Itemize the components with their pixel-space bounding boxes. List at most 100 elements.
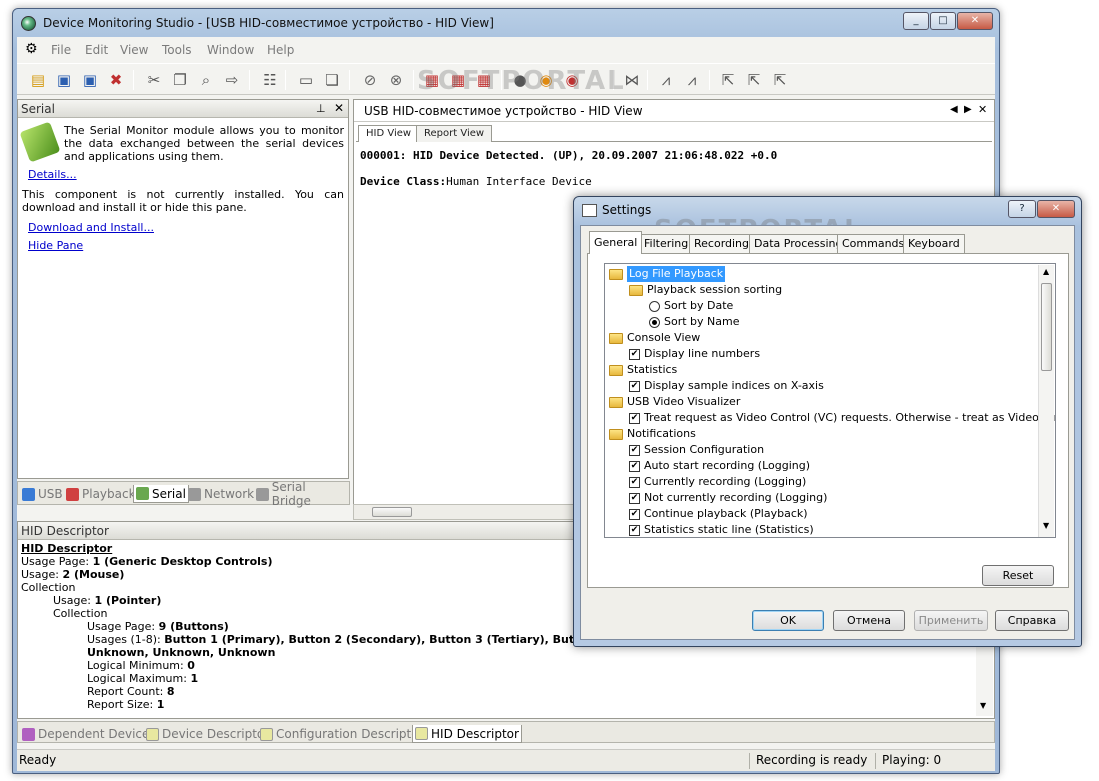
find-icon[interactable]: ⌕ xyxy=(195,69,217,91)
doc-icon[interactable]: ▭ xyxy=(295,69,317,91)
tree-item[interactable]: ✔ Not currently recording (Logging) xyxy=(629,490,827,506)
checkbox[interactable]: ✔ xyxy=(629,412,640,424)
tree-item[interactable]: Playback session sorting xyxy=(629,282,782,298)
tab-commands[interactable]: Commands xyxy=(837,234,910,253)
tab-network[interactable]: Network xyxy=(186,485,256,503)
tree-item[interactable]: ✔ Display line numbers xyxy=(629,346,760,362)
checkbox[interactable]: ✔ xyxy=(629,476,640,488)
doc-close-icon[interactable]: ✕ xyxy=(978,103,987,116)
cut-icon[interactable]: ✂ xyxy=(143,69,165,91)
title-bar[interactable]: Device Monitoring Studio - [USB HID-совм… xyxy=(13,9,999,37)
chart-icon[interactable]: ⩘ xyxy=(655,69,677,91)
scrollbar-thumb[interactable] xyxy=(372,507,412,517)
pin-icon[interactable]: ⊥ xyxy=(316,102,326,115)
tree-item[interactable]: Statistics xyxy=(609,362,677,378)
tree-horizontal-scrollbar[interactable]: ◀ ▶ xyxy=(606,537,1038,538)
settings-tree[interactable]: Log File Playback Playback session sortin… xyxy=(604,263,1056,538)
mdi-icon[interactable]: ⚙ xyxy=(25,41,38,57)
tree-item[interactable]: ✔ Continue playback (Playback) xyxy=(629,506,808,522)
menu-file[interactable]: File xyxy=(51,43,71,57)
send2-icon[interactable]: ⇱ xyxy=(743,69,765,91)
tree-item[interactable]: Notifications xyxy=(609,426,696,442)
menu-edit[interactable]: Edit xyxy=(85,43,108,57)
tree-item[interactable]: ✔ Currently recording (Logging) xyxy=(629,474,806,490)
tab-data-processing[interactable]: Data Processing xyxy=(749,234,848,253)
close-button[interactable]: ✕ xyxy=(957,12,993,30)
tree-item[interactable]: ✔ Display sample indices on X-axis xyxy=(629,378,824,394)
menu-help[interactable]: Help xyxy=(267,43,294,57)
maximize-button[interactable]: □ xyxy=(930,12,956,30)
menu-view[interactable]: View xyxy=(120,43,148,57)
menu-tools[interactable]: Tools xyxy=(162,43,192,57)
scrollbar-thumb[interactable] xyxy=(1041,283,1052,371)
checkbox[interactable]: ✔ xyxy=(629,444,640,456)
tree-vertical-scrollbar[interactable]: ▲ ▼ xyxy=(1038,265,1054,537)
tab-hid-view[interactable]: HID View xyxy=(358,125,420,142)
help-button[interactable]: ? xyxy=(1008,200,1036,218)
new-icon[interactable]: ▤ xyxy=(27,69,49,91)
tree-item[interactable]: Log File Playback xyxy=(609,266,726,282)
reset-button[interactable]: Reset xyxy=(982,565,1054,586)
checkbox[interactable]: ✔ xyxy=(629,460,640,472)
minimize-button[interactable]: _ xyxy=(903,12,929,30)
download-install-link[interactable]: Download and Install... xyxy=(28,221,154,234)
apply-button[interactable]: Применить xyxy=(914,610,988,631)
monitor-icon[interactable]: ⊘ xyxy=(359,69,381,91)
hide-pane-link[interactable]: Hide Pane xyxy=(28,239,83,252)
tree-item[interactable]: Console View xyxy=(609,330,700,346)
send-icon[interactable]: ⇱ xyxy=(717,69,739,91)
prev-doc-icon[interactable]: ◀ xyxy=(950,104,958,115)
send3-icon[interactable]: ⇱ xyxy=(769,69,791,91)
checkbox[interactable]: ✔ xyxy=(629,348,640,360)
tab-playback[interactable]: Playback xyxy=(64,485,138,503)
scroll-down-icon[interactable]: ▼ xyxy=(980,701,986,710)
tab-device-descriptor[interactable]: Device Descriptor xyxy=(144,725,271,743)
tree-item[interactable]: Sort by Date xyxy=(649,298,733,314)
scroll-up-icon[interactable]: ▲ xyxy=(1043,267,1049,276)
descriptor-value: 1 xyxy=(190,672,199,685)
tree-item[interactable]: ✔ Treat request as Video Control (VC) req… xyxy=(629,410,1055,426)
save-icon[interactable]: ▣ xyxy=(53,69,75,91)
checkbox[interactable]: ✔ xyxy=(629,380,640,392)
dialog-close-button[interactable]: ✕ xyxy=(1037,200,1075,218)
tab-hid-descriptor[interactable]: HID Descriptor xyxy=(412,725,522,743)
copy-icon[interactable]: ❐ xyxy=(169,69,191,91)
menu-window[interactable]: Window xyxy=(207,43,254,57)
tree-item[interactable]: ✔ Session Configuration xyxy=(629,442,764,458)
export-icon[interactable]: ⇨ xyxy=(221,69,243,91)
delete-icon[interactable]: ✖ xyxy=(105,69,127,91)
checkbox[interactable]: ✔ xyxy=(629,508,640,520)
tab-general[interactable]: General xyxy=(589,231,643,254)
tab-recording[interactable]: Recording xyxy=(689,234,755,253)
tree-icon[interactable]: ☷ xyxy=(259,69,281,91)
scroll-down-icon[interactable]: ▼ xyxy=(1043,521,1049,530)
pane-close-icon[interactable]: ✕ xyxy=(334,101,344,115)
radio-button[interactable] xyxy=(649,316,660,328)
tree-item[interactable]: Sort by Name xyxy=(649,314,740,330)
tab-dependent-devices[interactable]: Dependent Devices xyxy=(20,725,158,743)
chart2-icon[interactable]: ⩘ xyxy=(681,69,703,91)
folder-icon xyxy=(609,364,623,376)
doc-copy-icon[interactable]: ❏ xyxy=(321,69,343,91)
help-dialog-button[interactable]: Справка xyxy=(995,610,1069,631)
checkbox[interactable]: ✔ xyxy=(629,524,640,536)
tab-usb[interactable]: USB xyxy=(20,485,65,503)
cancel-button[interactable]: Отмена xyxy=(833,610,905,631)
tree-item[interactable]: ✔ Statistics static line (Statistics) xyxy=(629,522,814,537)
monitor-stop-icon[interactable]: ⊗ xyxy=(385,69,407,91)
tree-item[interactable]: USB Video Visualizer xyxy=(609,394,740,410)
tab-serial-bridge[interactable]: Serial Bridge xyxy=(254,480,349,508)
tab-filtering[interactable]: Filtering xyxy=(639,234,694,253)
radio-button[interactable] xyxy=(649,300,660,312)
tree-item[interactable]: ✔ Auto start recording (Logging) xyxy=(629,458,810,474)
checkbox[interactable]: ✔ xyxy=(629,492,640,504)
ok-button[interactable]: OK xyxy=(752,610,824,631)
tab-configuration-descriptor[interactable]: Configuration Descriptor xyxy=(258,725,426,743)
tab-keyboard[interactable]: Keyboard xyxy=(903,234,965,253)
save-all-icon[interactable]: ▣ xyxy=(79,69,101,91)
tab-report-view[interactable]: Report View xyxy=(416,125,493,142)
horizontal-scrollbar[interactable] xyxy=(353,504,581,520)
next-doc-icon[interactable]: ▶ xyxy=(964,104,972,115)
tab-serial[interactable]: Serial xyxy=(133,485,189,503)
details-link[interactable]: Details... xyxy=(28,168,77,181)
